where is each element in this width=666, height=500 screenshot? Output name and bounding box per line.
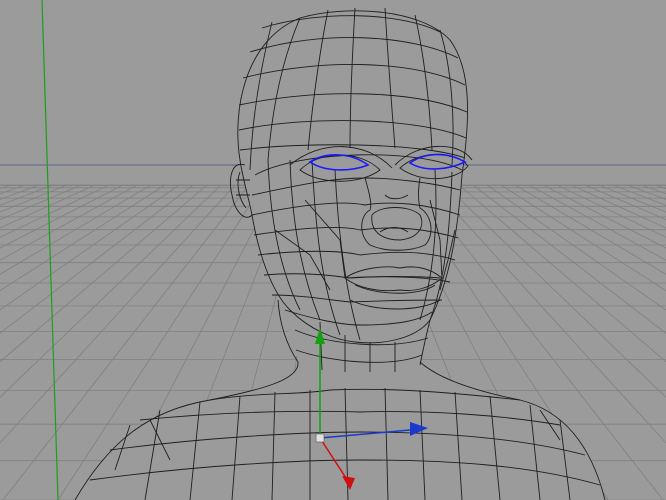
viewport-canvas[interactable] bbox=[0, 0, 666, 500]
grid-line bbox=[584, 184, 666, 221]
grid-line bbox=[640, 184, 666, 195]
grid-line bbox=[0, 184, 12, 190]
head-mesh[interactable] bbox=[74, 7, 606, 500]
3d-viewport[interactable] bbox=[0, 0, 666, 500]
grid-line bbox=[654, 184, 666, 190]
world-y-axis-line bbox=[41, 0, 59, 500]
gizmo-center-handle[interactable] bbox=[315, 433, 325, 443]
grid-line bbox=[0, 184, 40, 200]
grid-line bbox=[612, 184, 666, 206]
grid-line bbox=[0, 184, 26, 195]
grid-line bbox=[0, 184, 54, 206]
grid-line bbox=[0, 184, 82, 221]
grid-line bbox=[626, 184, 666, 200]
grid-line bbox=[0, 184, 124, 249]
grid-line bbox=[0, 184, 96, 229]
grid-line bbox=[0, 184, 110, 238]
